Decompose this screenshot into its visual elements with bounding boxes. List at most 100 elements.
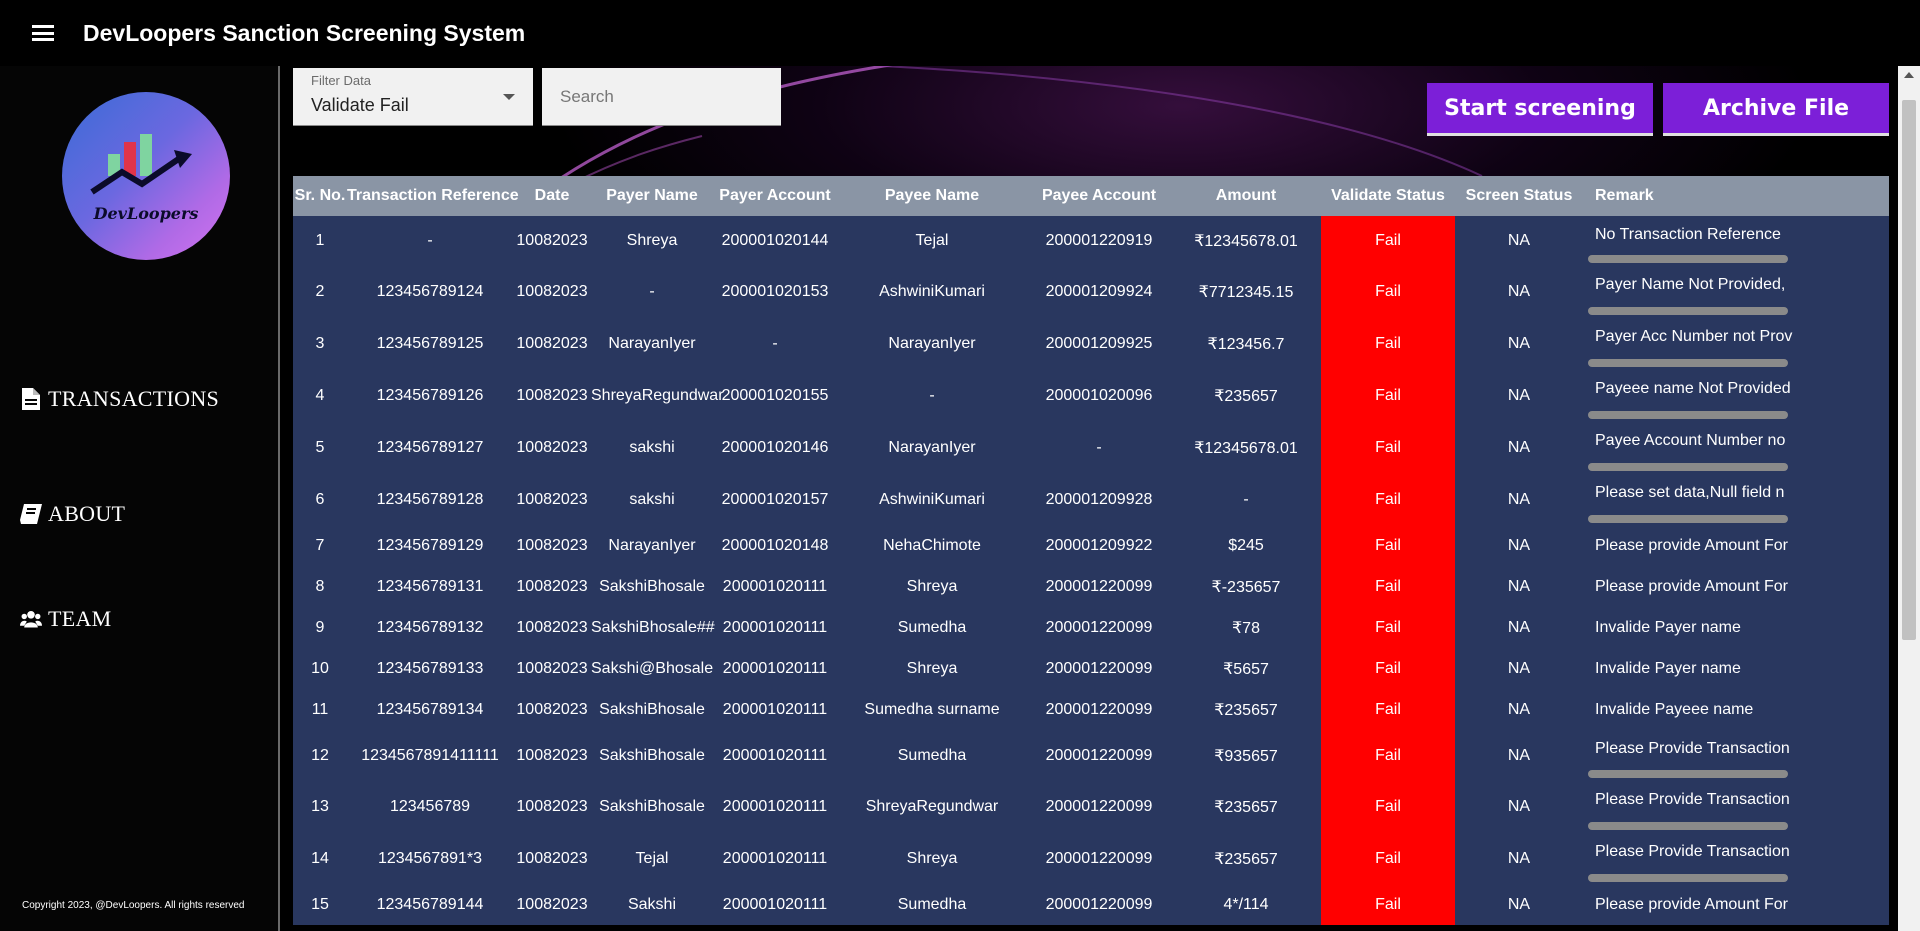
date-cell: 10082023 [513,318,591,370]
table-row[interactable]: 13 123456789 10082023 SakshiBhosale 20000102… [293,781,1889,833]
sidebar-item-about[interactable]: ABOUT [20,501,125,527]
remark-text: Payeee name Not Provided [1595,380,1791,397]
column-header[interactable]: Payer Account [713,176,837,216]
remark-cell: Please Provide Transaction [1583,833,1889,885]
screen-status-cell: NA [1455,422,1583,474]
transaction-reference-cell: 123456789144 [347,885,513,925]
table-row[interactable]: 10 123456789133 10082023 Sakshi@Bhosale 2000… [293,648,1889,689]
column-header[interactable]: Payee Account [1027,176,1171,216]
transactions-table: Sr. No. Transaction Reference Date Payer… [293,176,1889,925]
remark-cell: Please Provide Transaction [1583,781,1889,833]
transaction-reference-cell: 1234567891411111 [347,730,513,781]
table-row[interactable]: 5 123456789127 10082023 sakshi 200001020146 N… [293,422,1889,474]
table-row[interactable]: 3 123456789125 10082023 NarayanIyer - Narayan… [293,318,1889,370]
transaction-reference-cell: 123456789127 [347,422,513,474]
payee-name-cell: Sumedha surname [837,689,1027,730]
remark-scrollbar[interactable] [1588,515,1788,523]
search-input[interactable] [542,68,781,126]
validate-status-cell: Fail [1321,526,1455,566]
column-header[interactable]: Validate Status [1321,176,1455,216]
table-row[interactable]: 15 123456789144 10082023 Sakshi 200001020111… [293,885,1889,925]
app-title: DevLoopers Sanction Screening System [83,19,526,46]
column-header[interactable]: Sr. No. [293,176,347,216]
remark-cell: No Transaction Reference [1583,216,1889,266]
transaction-reference-cell: - [347,216,513,266]
table-row[interactable]: 2 123456789124 10082023-200001020153 Ashwin… [293,266,1889,318]
filter-data-select[interactable]: Filter Data Validate Fail [293,68,533,126]
payer-account-cell: 200001020111 [713,607,837,648]
remark-scrollbar[interactable] [1588,359,1788,367]
remark-scrollbar[interactable] [1588,770,1788,778]
amount-cell: ₹123456.7 [1171,318,1321,370]
screen-status-cell: NA [1455,370,1583,422]
remark-scrollbar[interactable] [1588,822,1788,830]
amount-cell: ₹12345678.01 [1171,216,1321,266]
sidebar-item-team[interactable]: TEAM [20,606,112,632]
book-icon [20,503,42,525]
remark-cell: Please Provide Transaction [1583,730,1889,781]
column-header[interactable]: Screen Status [1455,176,1583,216]
payee-account-cell: 200001220099 [1027,885,1171,925]
scrollbar-thumb[interactable] [1902,100,1916,640]
column-header[interactable]: Payee Name [837,176,1027,216]
archive-file-button[interactable]: Archive File [1663,83,1889,136]
table-row[interactable]: 1-10082023 Shreya 200001020144 Tejal 2000012… [293,216,1889,266]
screen-status-cell: NA [1455,730,1583,781]
table-row[interactable]: 6 123456789128 10082023 sakshi 200001020157 A… [293,474,1889,526]
payee-account-cell: 200001020096 [1027,370,1171,422]
payee-account-cell: 200001209924 [1027,266,1171,318]
app-bar: DevLoopers Sanction Screening System [0,0,1920,66]
payer-account-cell: 200001020155 [713,370,837,422]
payee-name-cell: Sumedha [837,885,1027,925]
screen-status-cell: NA [1455,885,1583,925]
table-row[interactable]: 4 123456789126 10082023 ShreyaRegundwar 2000… [293,370,1889,422]
screen-status-cell: NA [1455,474,1583,526]
remark-scrollbar[interactable] [1588,307,1788,315]
table-row[interactable]: 12 1234567891411111 10082023 SakshiBhosale 2… [293,730,1889,781]
transaction-reference-cell: 123456789133 [347,648,513,689]
column-header[interactable]: Transaction Reference [347,176,519,216]
column-header[interactable]: Payer Name [591,176,713,216]
table-row[interactable]: 14 1234567891*3 10082023 Tejal 200001020111 S… [293,833,1889,885]
payer-name-cell: sakshi [591,422,713,474]
payer-name-cell: NarayanIyer [591,526,713,566]
sidebar-item-transactions[interactable]: TRANSACTIONS [20,386,219,412]
users-icon [20,608,42,630]
table-row[interactable]: 9 123456789132 10082023 SakshiBhosale## 2000… [293,607,1889,648]
remark-scrollbar[interactable] [1588,463,1788,471]
payee-account-cell: 200001220099 [1027,566,1171,607]
scroll-up-arrow-icon[interactable] [1904,72,1914,78]
start-screening-button[interactable]: Start screening [1427,83,1653,136]
remark-scrollbar[interactable] [1588,255,1788,263]
page-scrollbar[interactable] [1898,66,1920,931]
table-row[interactable]: 11 123456789134 10082023 SakshiBhosale 20000… [293,689,1889,730]
remark-cell: Payee Account Number no [1583,422,1889,474]
remark-text: Invalide Payeee name [1595,700,1754,718]
amount-cell: ₹235657 [1171,833,1321,885]
date-cell: 10082023 [513,526,591,566]
screen-status-cell: NA [1455,526,1583,566]
payee-name-cell: AshwiniKumari [837,474,1027,526]
column-header[interactable]: Date [513,176,591,216]
hamburger-menu-icon[interactable] [32,22,60,44]
validate-status-cell: Fail [1321,885,1455,925]
validate-status-cell: Fail [1321,266,1455,318]
payer-account-cell: 200001020111 [713,648,837,689]
table-row[interactable]: 8 123456789131 10082023 SakshiBhosale 200001… [293,566,1889,607]
payee-account-cell: 200001220919 [1027,216,1171,266]
remark-text: Please Provide Transaction [1595,740,1790,757]
remark-scrollbar[interactable] [1588,874,1788,882]
transaction-reference-cell: 123456789 [347,781,513,833]
table-row[interactable]: 7 123456789129 10082023 NarayanIyer 20000102… [293,526,1889,566]
remark-scrollbar[interactable] [1588,411,1788,419]
remark-cell: Please set data,Null field n [1583,474,1889,526]
sidebar: DevLoopers TRANSACTIONS ABOUT TEAM Copyr… [0,66,280,931]
payee-account-cell: 200001220099 [1027,648,1171,689]
devloopers-logo: DevLoopers [62,92,230,260]
sidebar-item-label: TEAM [48,606,112,631]
remark-text: Invalide Payer name [1595,659,1741,677]
column-header[interactable]: Amount [1171,176,1321,216]
column-header[interactable]: Remark [1583,176,1889,216]
amount-cell: ₹935657 [1171,730,1321,781]
payee-account-cell: 200001220099 [1027,607,1171,648]
